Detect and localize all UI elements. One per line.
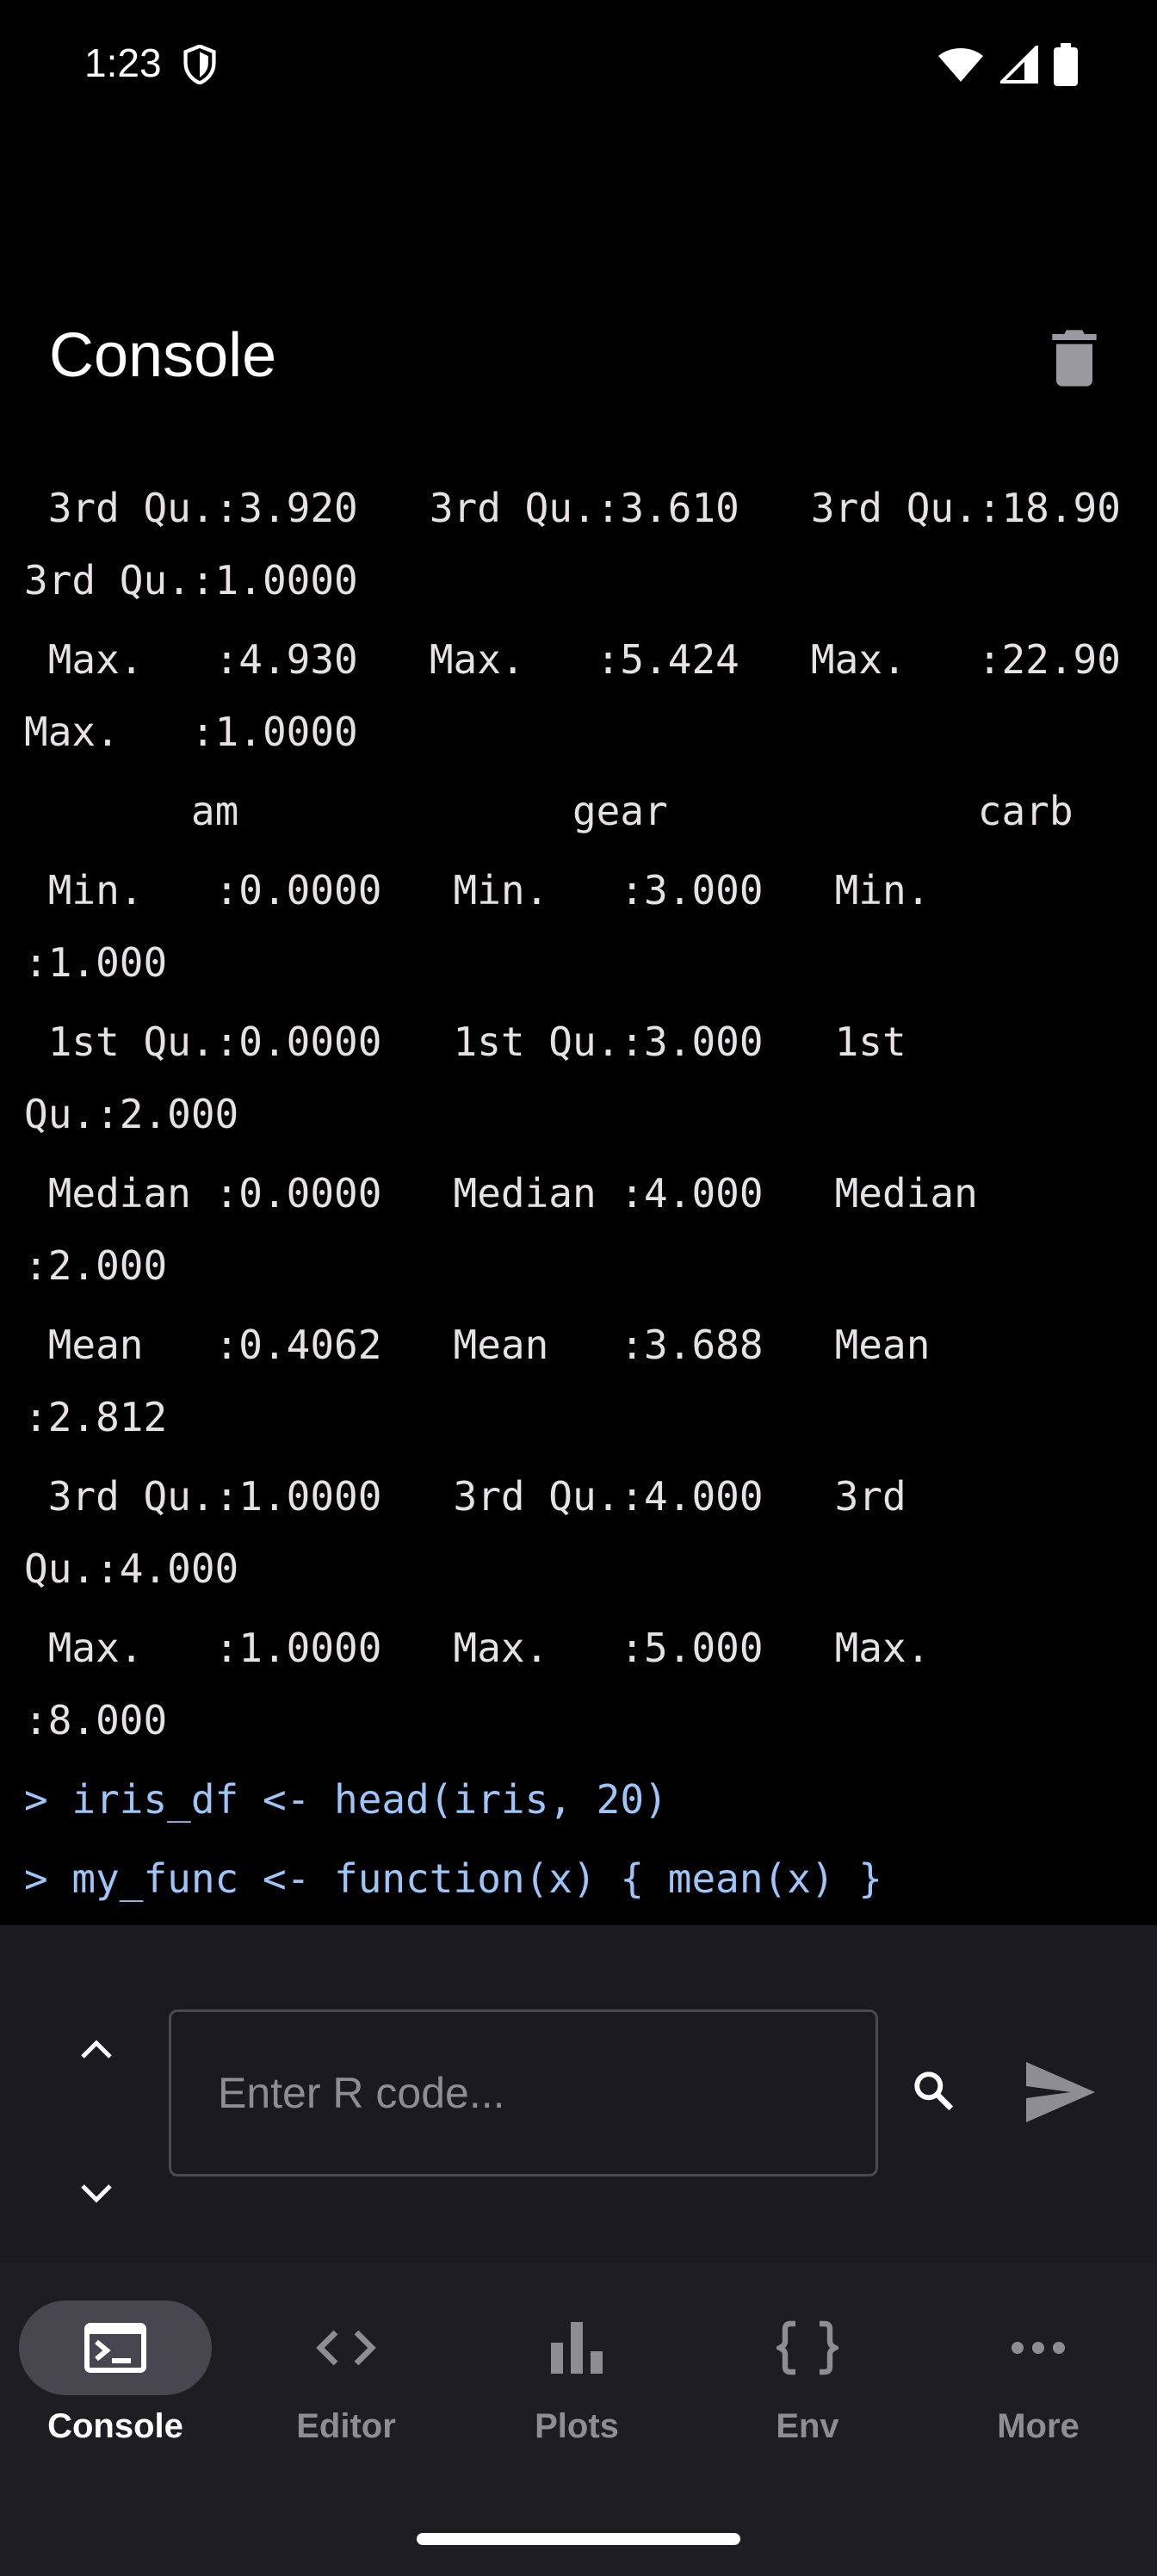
terminal-icon [84,2323,146,2373]
braces-icon [776,2320,838,2375]
send-button[interactable] [1016,2049,1105,2135]
more-horiz-icon [1012,2342,1065,2354]
send-icon [1026,2062,1095,2122]
console-line: Mean :0.4062 Mean :3.688 Mean :2.812 [24,1322,1002,1440]
clear-console-button[interactable] [1040,324,1109,393]
nav-item-editor[interactable]: Editor [231,2300,461,2473]
nav-item-console[interactable]: Console [0,2300,231,2473]
console-line: Min. :0.0000 Min. :3.000 Min. :1.000 [24,867,1002,986]
battery-icon [1054,43,1078,86]
chevron-down-icon [81,2184,112,2203]
trash-icon [1052,330,1097,387]
wifi-icon [938,48,983,82]
nav-label: Editor [296,2407,396,2445]
bottom-navigation: Console Editor Plots Env More [0,2263,1157,2576]
shield-icon [183,45,216,84]
bar-chart-icon [551,2322,603,2374]
nav-active-indicator [19,2300,212,2395]
console-command-line: > my_func <- function(x) { mean(x) } [24,1855,882,1902]
nav-label: Console [47,2407,183,2445]
status-icons [937,43,1078,86]
console-line: 3rd Qu.:1.0000 3rd Qu.:4.000 3rd Qu.:4.0… [24,1473,931,1592]
console-output: 3rd Qu.:3.920 3rd Qu.:3.610 3rd Qu.:18.9… [0,472,1157,1925]
nav-label: Plots [535,2407,619,2445]
console-line: am gear carb [24,788,1073,834]
status-bar: 1:23 [0,0,1157,129]
nav-item-plots[interactable]: Plots [461,2300,692,2473]
nav-label: More [997,2407,1080,2445]
signal-icon [1000,46,1038,84]
console-line: 1st Qu.:0.0000 1st Qu.:3.000 1st Qu.:2.0… [24,1019,931,1137]
nav-item-more[interactable]: More [923,2300,1154,2473]
input-bar [0,1925,1157,2263]
search-icon [914,2071,954,2111]
home-indicator[interactable] [417,2533,740,2545]
nav-label: Env [776,2407,839,2445]
console-line: Max. :4.930 Max. :5.424 Max. :22.90 Max.… [24,636,1121,755]
chevron-up-icon [81,2040,112,2059]
console-line: 3rd Qu.:3.920 3rd Qu.:3.610 3rd Qu.:18.9… [24,485,1121,604]
code-icon [316,2330,376,2366]
nav-item-env[interactable]: Env [692,2300,923,2473]
history-up-button[interactable] [69,2022,124,2077]
page-title: Console [49,321,277,390]
status-time: 1:23 [84,40,162,85]
history-down-button[interactable] [69,2166,124,2221]
console-command-line: > iris_df <- head(iris, 20) [24,1776,668,1823]
search-button[interactable] [906,2063,961,2118]
console-header: Console [0,310,1157,405]
r-code-input[interactable] [169,2009,878,2177]
console-line: Median :0.0000 Median :4.000 Median :2.0… [24,1170,1002,1289]
console-line: Max. :1.0000 Max. :5.000 Max. :8.000 [24,1625,1002,1743]
